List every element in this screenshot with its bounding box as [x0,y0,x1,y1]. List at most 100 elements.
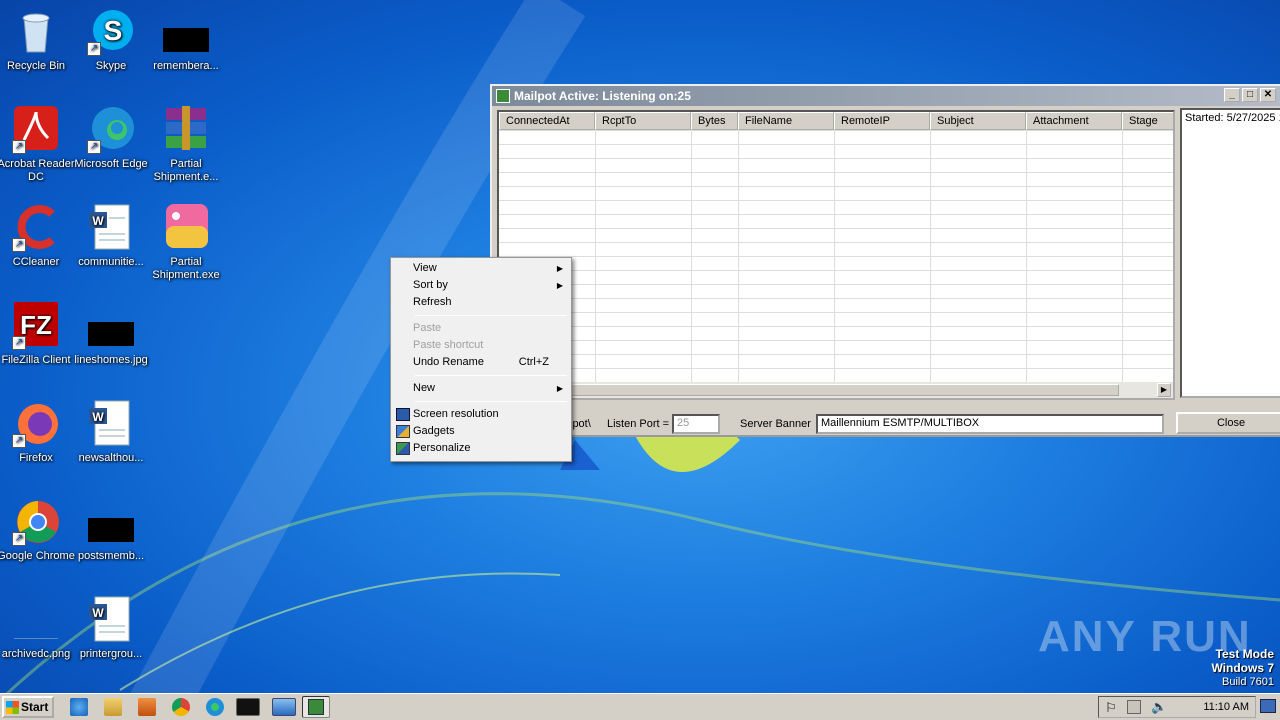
menu-item-sort-by[interactable]: Sort by ▶ [393,277,569,294]
explorer-icon[interactable] [104,698,122,716]
menu-item-personalize[interactable]: Personalize [393,440,569,457]
menu-item-new[interactable]: New ▶ [393,380,569,397]
show-desktop-icon[interactable] [1260,699,1276,713]
ie-icon[interactable] [70,698,88,716]
desktop-icon-label: Recycle Bin [6,60,66,72]
desktop-icon-edge[interactable]: ↗ Microsoft Edge [72,106,150,171]
desktop-icon-postsmemb[interactable]: postsmemb... [72,498,150,563]
column-connectedat[interactable]: ConnectedAt [499,112,595,130]
shortcut-arrow-icon: ↗ [87,42,101,56]
menu-label: Sort by [413,279,448,291]
scroll-right-arrow-icon[interactable]: ▶ [1157,383,1171,397]
menu-separator [415,315,567,316]
path-label: lpot\ [570,418,591,430]
edge-icon[interactable] [206,698,224,716]
shortcut-arrow-icon: ↗ [87,140,101,154]
window-close-button[interactable]: ✕ [1260,88,1276,102]
close-button[interactable]: Close [1176,412,1280,434]
desktop-context-menu: View ▶ Sort by ▶ Refresh Paste Paste short… [390,257,572,462]
listen-port-field[interactable]: 25 [672,414,720,434]
desktop-icon-archivedc[interactable]: archivedc.png [0,596,75,661]
desktop-icon-communities-doc[interactable]: W communitie... [72,204,150,269]
start-button[interactable]: Start [2,696,54,718]
desktop-icon-label: Partial Shipment.exe [152,256,220,281]
column-attachment[interactable]: Attachment [1026,112,1122,130]
listview-grid [499,130,1173,382]
scrollbar-thumb[interactable] [501,384,1119,396]
ccleaner-icon: ↗ [12,204,60,252]
desktop-icon-label: FileZilla Client [1,354,71,366]
desktop-icon-partial-shipment-rar[interactable]: Partial Shipment.e... [147,106,225,184]
word-document-icon: W [87,596,135,644]
minimize-button[interactable]: _ [1224,88,1240,102]
menu-item-gadgets[interactable]: Gadgets [393,423,569,440]
chrome-icon[interactable] [172,698,190,716]
winrar-icon [162,106,210,154]
mailpot-taskbar-button[interactable] [302,696,330,718]
media-player-icon[interactable] [138,698,156,716]
menu-item-paste-shortcut: Paste shortcut [393,337,569,354]
horizontal-scrollbar[interactable]: ▶ [499,382,1173,398]
remote-icon[interactable] [272,698,296,716]
network-icon[interactable] [1127,700,1141,714]
column-subject[interactable]: Subject [930,112,1026,130]
desktop-icon-label: Acrobat Reader DC [0,158,75,183]
column-stage[interactable]: Stage [1122,112,1173,130]
menu-item-screen-resolution[interactable]: Screen resolution [393,406,569,423]
desktop-icon-remembera[interactable]: remembera... [147,8,225,73]
mailpot-icon [308,699,324,715]
desktop-icon-filezilla[interactable]: FZ ↗ FileZilla Client [0,302,75,367]
window-title: Mailpot Active: Listening on:25 [514,89,691,103]
desktop-icon-ccleaner[interactable]: ↗ CCleaner [0,204,75,269]
desktop-icon-label: Partial Shipment.e... [153,158,219,183]
log-textbox[interactable]: Started: 5/27/2025 1 [1180,108,1280,398]
submenu-arrow-icon: ▶ [556,384,563,393]
grid-line [595,130,596,382]
desktop-icon-acrobat[interactable]: ↗ Acrobat Reader DC [0,106,75,184]
menu-item-view[interactable]: View ▶ [393,260,569,277]
desktop-icon-label: remembera... [153,60,219,72]
desktop-icon-printergrou-doc[interactable]: W printergrou... [72,596,150,661]
shortcut-arrow-icon: ↗ [12,434,26,448]
settings-bar: lpot\ Listen Port = 25 Server Banner Mai… [497,412,1280,436]
maximize-button[interactable]: □ [1242,88,1258,102]
listen-port-label: Listen Port = [607,418,670,430]
sessions-listview[interactable]: ConnectedAt RcptTo Bytes FileName Remote… [497,110,1175,400]
skype-icon: S ↗ [87,8,135,56]
volume-icon[interactable]: 🔈 [1151,699,1167,715]
shortcut-arrow-icon: ↗ [12,532,26,546]
menu-label: Refresh [413,296,452,308]
desktop-icon-recycle-bin[interactable]: Recycle Bin [0,8,75,73]
desktop-icon-label: CCleaner [12,256,60,268]
submenu-arrow-icon: ▶ [556,281,563,290]
monitor-icon [396,408,410,421]
clock[interactable]: 11:10 AM [1203,701,1249,713]
column-bytes[interactable]: Bytes [691,112,738,130]
svg-text:W: W [92,410,104,424]
cmd-icon[interactable] [236,698,260,716]
window-titlebar[interactable]: Mailpot Active: Listening on:25 _ □ ✕ [492,86,1280,106]
desktop-icon-lineshomes[interactable]: lineshomes.jpg [72,302,150,367]
menu-separator [415,375,567,376]
grid-line [930,130,931,382]
svg-text:W: W [92,606,104,620]
desktop-icon-skype[interactable]: S ↗ Skype [72,8,150,73]
black-thumbnail-icon [87,302,135,350]
server-banner-field[interactable]: Maillennium ESMTP/MULTIBOX [816,414,1164,434]
column-rcptto[interactable]: RcptTo [595,112,691,130]
firefox-icon: ↗ [12,400,60,448]
desktop-icon-firefox[interactable]: ↗ Firefox [0,400,75,465]
desktop-icon-chrome[interactable]: ↗ Google Chrome [0,498,75,563]
menu-item-refresh[interactable]: Refresh [393,294,569,311]
desktop-icon-label: Microsoft Edge [74,158,148,170]
column-filename[interactable]: FileName [738,112,834,130]
desktop-icon-partial-shipment-exe[interactable]: Partial Shipment.exe [147,204,225,282]
grid-line [738,130,739,382]
desktop-icon-newsalthou-doc[interactable]: W newsalthou... [72,400,150,465]
flag-icon[interactable]: ⚐ [1105,700,1117,716]
log-text: Started: 5/27/2025 1 [1185,112,1280,124]
desktop-icon-label: Skype [95,60,127,72]
column-remoteip[interactable]: RemoteIP [834,112,930,130]
filezilla-icon: FZ ↗ [12,302,60,350]
menu-item-undo-rename[interactable]: Undo Rename Ctrl+Z [393,354,569,371]
